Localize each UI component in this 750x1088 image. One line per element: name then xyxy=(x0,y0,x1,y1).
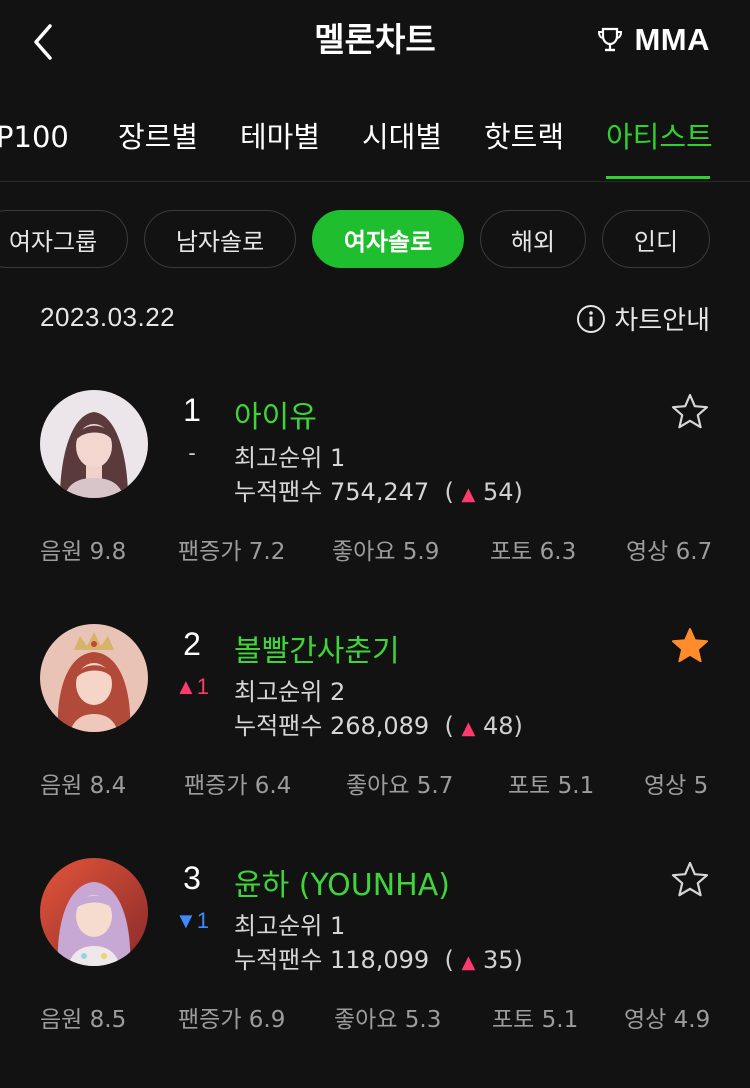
stat-audio: 음원 8.5 xyxy=(40,1007,127,1033)
artist-name[interactable]: 볼빨간사춘기 xyxy=(234,626,400,670)
best-rank: 최고순위 1 xyxy=(234,912,346,940)
down-triangle-icon: ▼ xyxy=(174,908,197,933)
stat-video: 영상 6.7 xyxy=(626,539,713,565)
score-stats: 음원 8.5 팬증가 6.9 좋아요 5.3 포토 5.1 영상 4.9 xyxy=(40,1000,710,1034)
stat-video: 영상 5 xyxy=(644,773,709,799)
score-stats: 음원 8.4 팬증가 6.4 좋아요 5.7 포토 5.1 영상 5 xyxy=(40,766,710,800)
filter-overseas[interactable]: 해외 xyxy=(480,210,586,268)
fan-increase: 48 xyxy=(482,712,514,740)
fan-count-label: 누적팬수 754,247 xyxy=(234,478,430,506)
favorite-star-filled-icon[interactable] xyxy=(670,626,710,666)
stat-audio: 음원 8.4 xyxy=(40,773,127,799)
chart-date: 2023.03.22 xyxy=(40,302,176,332)
filter-girl-group[interactable]: 여자그룹 xyxy=(0,210,128,268)
favorite-star-icon[interactable] xyxy=(670,860,710,900)
fan-count: 누적팬수 754,247 ( ▲ 54) xyxy=(234,478,523,506)
filter-indie[interactable]: 인디 xyxy=(602,210,710,268)
stat-fan-growth: 팬증가 6.9 xyxy=(178,1007,286,1033)
artist-name[interactable]: 윤하 (YOUNHA) xyxy=(234,860,450,904)
chart-tabs: P100 장르별 테마별 시대별 핫트랙 아티스트 xyxy=(0,112,750,182)
up-triangle-icon: ▲ xyxy=(461,718,476,739)
stat-likes: 좋아요 5.9 xyxy=(332,539,440,565)
fan-count-label: 누적팬수 118,099 xyxy=(234,946,430,974)
rank-number: 3 xyxy=(183,860,201,896)
fan-increase: 35 xyxy=(482,946,514,974)
fan-count: 누적팬수 118,099 ( ▲ 35) xyxy=(234,946,523,974)
rank-number: 2 xyxy=(183,626,201,662)
stat-photo: 포토 5.1 xyxy=(508,773,595,799)
stat-photo: 포토 5.1 xyxy=(492,1007,579,1033)
artist-name[interactable]: 아이유 xyxy=(234,392,317,436)
divider xyxy=(0,181,750,182)
artist-row[interactable]: 3 ▼1 윤하 (YOUNHA) 최고순위 1 누적팬수 118,099 ( ▲… xyxy=(0,858,750,1088)
stat-likes: 좋아요 5.7 xyxy=(346,773,454,799)
tab-hottrack[interactable]: 핫트랙 xyxy=(484,112,564,162)
active-tab-indicator xyxy=(606,176,710,179)
fan-count: 누적팬수 268,089 ( ▲ 48) xyxy=(234,712,523,740)
fan-count-label: 누적팬수 268,089 xyxy=(234,712,430,740)
up-triangle-icon: ▲ xyxy=(461,952,476,973)
stat-video: 영상 4.9 xyxy=(624,1007,711,1033)
artist-row[interactable]: 2 ▲1 볼빨간사춘기 최고순위 2 누적팬수 268,089 ( ▲ 48) … xyxy=(0,624,750,854)
artist-row[interactable]: 1 - 아이유 최고순위 1 누적팬수 754,247 ( ▲ 54) 음원 9… xyxy=(0,390,750,620)
stat-fan-growth: 팬증가 7.2 xyxy=(178,539,286,565)
best-rank: 최고순위 1 xyxy=(234,444,346,472)
tab-theme[interactable]: 테마별 xyxy=(240,112,320,162)
filter-male-solo[interactable]: 남자솔로 xyxy=(144,210,296,268)
trophy-icon xyxy=(598,27,623,52)
mma-label: MMA xyxy=(634,22,710,57)
mma-button[interactable]: MMA xyxy=(596,20,710,60)
score-stats: 음원 9.8 팬증가 7.2 좋아요 5.9 포토 6.3 영상 6.7 xyxy=(40,532,713,566)
tab-era[interactable]: 시대별 xyxy=(362,112,442,162)
fan-increase: 54 xyxy=(482,478,514,506)
avatar[interactable] xyxy=(40,624,148,732)
tab-artist[interactable]: 아티스트 xyxy=(606,112,713,162)
best-rank: 최고순위 2 xyxy=(234,678,346,706)
tab-top100[interactable]: P100 xyxy=(0,112,69,162)
rank-change: ▲1 xyxy=(174,674,210,699)
chart-info-label: 차트안내 xyxy=(614,306,710,336)
chart-info-button[interactable]: 차트안내 xyxy=(576,300,710,337)
stat-audio: 음원 9.8 xyxy=(40,539,127,565)
rank-change: ▼1 xyxy=(174,908,210,933)
filter-female-solo[interactable]: 여자솔로 xyxy=(312,210,464,268)
rank-change: - xyxy=(188,440,196,465)
stat-fan-growth: 팬증가 6.4 xyxy=(184,773,292,799)
up-triangle-icon: ▲ xyxy=(461,484,476,505)
info-icon xyxy=(577,304,606,333)
up-triangle-icon: ▲ xyxy=(174,674,197,699)
tab-genre[interactable]: 장르별 xyxy=(118,112,198,162)
favorite-star-icon[interactable] xyxy=(670,392,710,432)
avatar[interactable] xyxy=(40,390,148,498)
avatar[interactable] xyxy=(40,858,148,966)
stat-photo: 포토 6.3 xyxy=(490,539,577,565)
rank-number: 1 xyxy=(183,392,201,428)
stat-likes: 좋아요 5.3 xyxy=(334,1007,442,1033)
